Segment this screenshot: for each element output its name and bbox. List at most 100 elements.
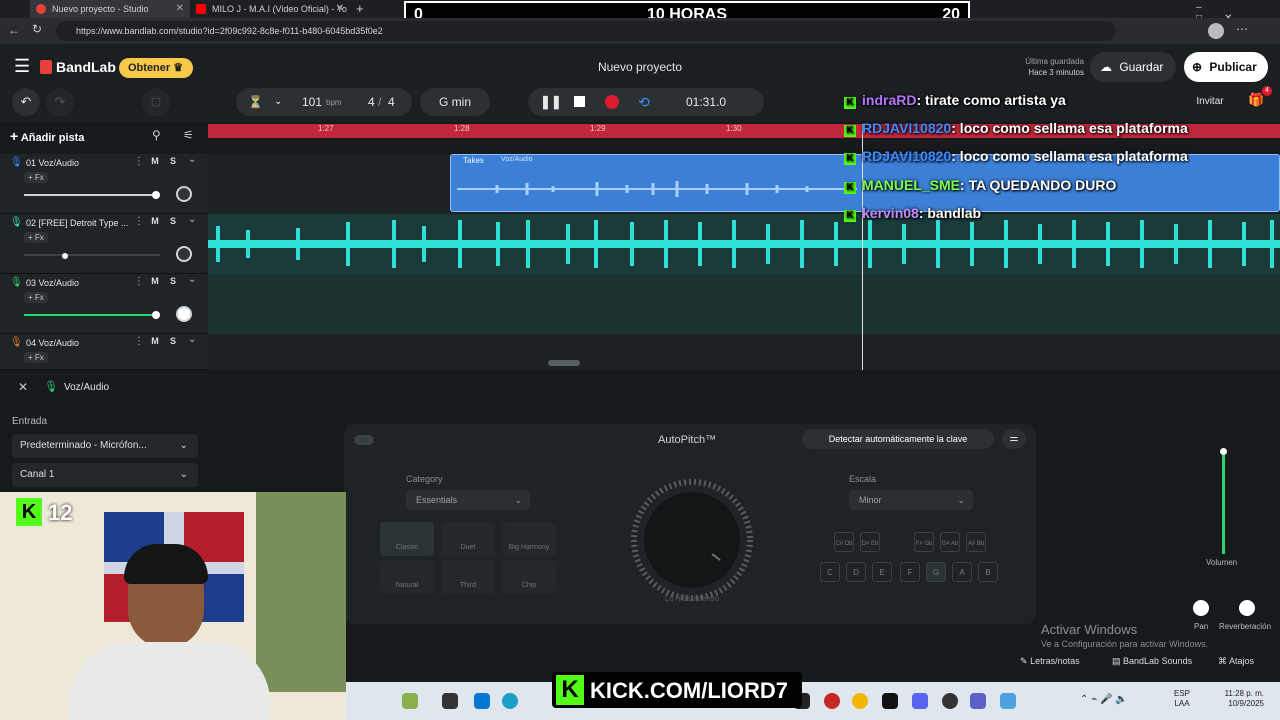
- mode-duet[interactable]: Duet: [441, 522, 495, 556]
- browser-tab-studio[interactable]: Nuevo proyecto - Studio ✕: [30, 0, 190, 18]
- bandlab-sounds-button[interactable]: ▤ BandLab Sounds: [1112, 656, 1192, 667]
- channel-select[interactable]: Canal 1 ⌄: [12, 463, 198, 487]
- dropdown-chevron-icon[interactable]: ⌄: [274, 88, 282, 116]
- mixer-icon[interactable]: ⚟: [183, 128, 194, 142]
- add-track-button[interactable]: + Añadir pista: [10, 128, 84, 144]
- track-name[interactable]: 02 [FREE] Detroit Type ...: [26, 218, 128, 228]
- track-name[interactable]: 03 Voz/Audio: [26, 278, 128, 288]
- key-button[interactable]: G min: [420, 88, 490, 116]
- clock[interactable]: 11:28 p. m. 10/9/2025: [1212, 689, 1264, 709]
- track-menu-icon[interactable]: ⋮: [134, 216, 144, 227]
- pan-knob[interactable]: [1193, 600, 1209, 616]
- note-key[interactable]: B: [978, 562, 998, 582]
- category-select[interactable]: Essentials ⌄: [406, 490, 530, 510]
- note-key[interactable]: C: [820, 562, 840, 582]
- solo-button[interactable]: S: [166, 216, 180, 226]
- chevron-down-icon[interactable]: ⌄: [188, 274, 196, 285]
- teams-icon[interactable]: [970, 693, 986, 709]
- detect-key-button[interactable]: Detectar automáticamente la clave: [802, 429, 994, 449]
- close-tab-icon[interactable]: ✕: [176, 0, 184, 18]
- publish-button[interactable]: ⊕ Publicar: [1184, 52, 1268, 82]
- horizontal-scrollbar[interactable]: [548, 360, 580, 366]
- taskbar-app-icon[interactable]: [942, 693, 958, 709]
- note-key[interactable]: A# Bb: [966, 532, 986, 552]
- mode-natural[interactable]: Natural: [380, 560, 434, 594]
- track-header-1[interactable]: 🎙 01 Voz/Audio ⋮ M S ⌄ + Fx: [0, 154, 208, 214]
- volume-handle[interactable]: [1220, 448, 1227, 455]
- tiktok-icon[interactable]: [882, 693, 898, 709]
- redo-icon[interactable]: ↷: [46, 88, 74, 116]
- note-key[interactable]: F# Gb: [914, 532, 934, 552]
- gift-icon[interactable]: 🎁: [1248, 92, 1264, 108]
- fx-button[interactable]: + Fx: [24, 232, 48, 243]
- reverb-knob[interactable]: [1239, 600, 1255, 616]
- pan-knob[interactable]: [176, 186, 192, 202]
- notepad-icon[interactable]: [1000, 693, 1016, 709]
- note-key[interactable]: D: [846, 562, 866, 582]
- discord-icon[interactable]: [912, 693, 928, 709]
- loop-icon[interactable]: ⟲: [638, 88, 650, 116]
- brand-name[interactable]: BandLab: [56, 59, 116, 75]
- reload-icon[interactable]: ↻: [32, 22, 42, 36]
- lane-4[interactable]: [208, 334, 1280, 370]
- close-tab-icon[interactable]: ✕: [336, 0, 344, 18]
- note-key[interactable]: G: [926, 562, 946, 582]
- fader-handle[interactable]: [152, 191, 160, 199]
- solo-button[interactable]: S: [166, 156, 180, 166]
- edge-icon[interactable]: [502, 693, 518, 709]
- fx-button[interactable]: + Fx: [24, 352, 48, 363]
- time-sig-den[interactable]: 4: [388, 88, 395, 116]
- volume-fader[interactable]: [24, 314, 156, 316]
- track-menu-icon[interactable]: ⋮: [134, 276, 144, 287]
- chevron-down-icon[interactable]: ⌄: [188, 214, 196, 225]
- track-name[interactable]: 04 Voz/Audio: [26, 338, 128, 348]
- hamburger-menu-icon[interactable]: ☰: [14, 56, 30, 77]
- volume-fader[interactable]: [24, 254, 160, 256]
- mute-button[interactable]: M: [148, 216, 162, 226]
- fx-button[interactable]: + Fx: [24, 292, 48, 303]
- note-key[interactable]: D# Eb: [860, 532, 880, 552]
- settings-sliders-icon[interactable]: ⚌: [1002, 429, 1026, 449]
- volume-fader[interactable]: [24, 194, 156, 196]
- taskbar-app-icon[interactable]: [474, 693, 490, 709]
- track-header-3[interactable]: 🎙 03 Voz/Audio ⋮ M S ⌄ + Fx: [0, 274, 208, 334]
- note-key[interactable]: E: [872, 562, 892, 582]
- mode-classic[interactable]: Classic: [380, 522, 434, 556]
- time-sig-num[interactable]: 4: [368, 88, 375, 116]
- mute-button[interactable]: M: [148, 336, 162, 346]
- taskbar-app-icon[interactable]: [402, 693, 418, 709]
- taskbar-app-icon[interactable]: [442, 693, 458, 709]
- mode-third[interactable]: Third: [441, 560, 495, 594]
- shortcuts-button[interactable]: ⌘ Atajos: [1218, 656, 1254, 667]
- language-indicator[interactable]: ESP LAA: [1174, 689, 1190, 709]
- track-header-2[interactable]: 🎙 02 [FREE] Detroit Type ... ⋮ M S ⌄ + F…: [0, 214, 208, 274]
- undo-icon[interactable]: ↶: [12, 88, 40, 116]
- browser-tab-youtube[interactable]: MILO J - M.A.I (Video Oficial) - Yo ✕: [190, 0, 350, 18]
- scale-select[interactable]: Minor ⌄: [849, 490, 973, 510]
- new-tab-button[interactable]: +: [356, 1, 364, 16]
- solo-button[interactable]: S: [166, 336, 180, 346]
- save-button[interactable]: ☁ Guardar: [1090, 52, 1176, 82]
- note-key[interactable]: A: [952, 562, 972, 582]
- taskbar-app-icon[interactable]: [824, 693, 840, 709]
- intensity-knob[interactable]: [630, 478, 754, 602]
- tray-icons[interactable]: ⌃ ⌁ 🎤 🔈: [1080, 694, 1128, 705]
- power-toggle[interactable]: [354, 435, 374, 445]
- project-title[interactable]: Nuevo proyecto: [540, 60, 740, 74]
- record-icon[interactable]: [605, 95, 619, 109]
- note-key[interactable]: C# Db: [834, 532, 854, 552]
- pan-knob[interactable]: [176, 306, 192, 322]
- mute-button[interactable]: M: [148, 156, 162, 166]
- profile-avatar[interactable]: [1208, 23, 1224, 39]
- menu-dots-icon[interactable]: ⋯: [1236, 22, 1248, 36]
- pause-icon[interactable]: ❚❚: [540, 88, 562, 116]
- chevron-down-icon[interactable]: ⌄: [188, 154, 196, 165]
- automation-icon[interactable]: ⚲: [152, 128, 161, 142]
- track-name[interactable]: 01 Voz/Audio: [26, 158, 128, 168]
- fx-button[interactable]: + Fx: [24, 172, 48, 183]
- lyrics-button[interactable]: ✎ Letras/notas: [1020, 656, 1080, 667]
- note-key[interactable]: F: [900, 562, 920, 582]
- close-icon[interactable]: ✕: [18, 380, 28, 394]
- fader-handle[interactable]: [152, 311, 160, 319]
- mode-chip[interactable]: Chip: [502, 560, 556, 594]
